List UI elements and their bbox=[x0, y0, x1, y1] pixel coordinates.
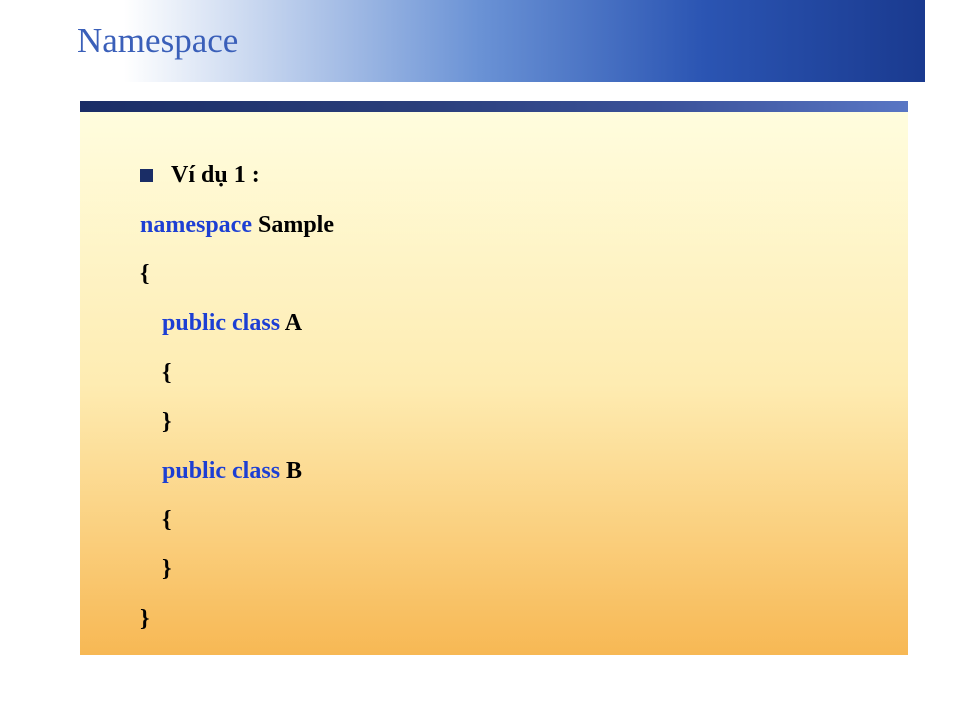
keyword-public-class-b: public class bbox=[162, 458, 286, 484]
code-line-inner-open-b: { bbox=[140, 508, 908, 533]
keyword-public-class-a: public class bbox=[162, 310, 285, 336]
code-line-inner-close-b: } bbox=[140, 557, 908, 582]
code-line-open-brace: { bbox=[140, 262, 908, 287]
code-line-inner-open-a: { bbox=[140, 361, 908, 386]
code-line-class-a: public class A bbox=[140, 311, 908, 336]
code-line-inner-close-a: } bbox=[140, 410, 908, 435]
code-text-sample: Sample bbox=[252, 212, 334, 238]
square-bullet-icon bbox=[140, 169, 153, 182]
code-text-a: A bbox=[285, 310, 302, 336]
code-text-b: B bbox=[286, 458, 302, 484]
code-line-close-brace: } bbox=[140, 607, 908, 632]
slide-body: Ví dụ 1 : namespace Sample { public clas… bbox=[80, 112, 908, 655]
keyword-namespace: namespace bbox=[140, 212, 252, 238]
header-accent-bar bbox=[80, 101, 908, 112]
bullet-row: Ví dụ 1 : bbox=[140, 162, 908, 189]
code-line-namespace: namespace Sample bbox=[140, 213, 908, 238]
bullet-label: Ví dụ 1 : bbox=[171, 162, 260, 189]
slide-container: Namespace Ví dụ 1 : namespace Sample { p… bbox=[35, 0, 925, 720]
slide-title: Namespace bbox=[77, 21, 238, 61]
slide-header: Namespace bbox=[35, 0, 925, 82]
code-line-class-b: public class B bbox=[140, 459, 908, 484]
